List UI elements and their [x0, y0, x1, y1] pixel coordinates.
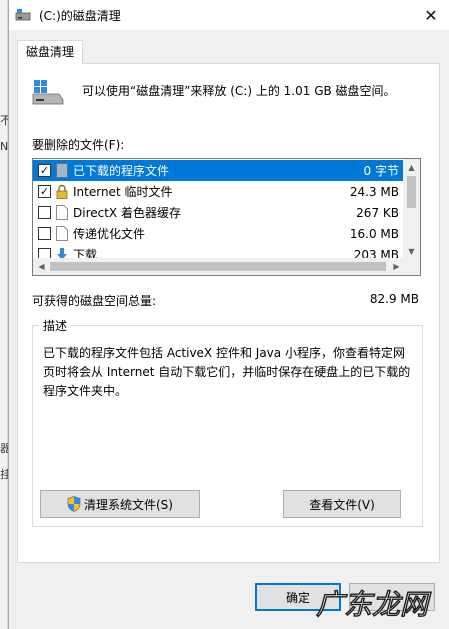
- clean-system-files-button[interactable]: 清理系统文件(S): [40, 490, 200, 518]
- scroll-left-icon[interactable]: ◀: [33, 258, 50, 275]
- document-icon: [56, 205, 68, 220]
- description-text: 已下载的程序文件包括 ActiveX 控件和 Java 小程序，你查看特定网页时…: [43, 346, 411, 398]
- drive-icon: [15, 9, 31, 21]
- description-title: 描述: [39, 317, 72, 334]
- file-category-size: 0 字节: [363, 164, 399, 178]
- scroll-thumb[interactable]: [50, 262, 386, 271]
- file-category-size: 24.3 MB: [349, 184, 399, 199]
- scrollbar-corner: [403, 258, 420, 275]
- background-window-edge: 不 N 器 挂: [0, 0, 11, 629]
- total-space-value: 82.9 MB: [369, 292, 419, 306]
- checkbox[interactable]: [38, 206, 51, 219]
- tab-disk-cleanup[interactable]: 磁盘清理: [17, 40, 83, 64]
- close-icon: ✕: [424, 5, 438, 25]
- shield-icon: [67, 496, 81, 512]
- clean-system-files-label: 清理系统文件(S): [84, 497, 173, 512]
- list-item[interactable]: 传递优化文件 16.0 MB: [33, 223, 405, 244]
- list-item[interactable]: ✓ Internet 临时文件 24.3 MB: [33, 181, 405, 202]
- lock-icon: [56, 184, 68, 199]
- file-category-size: 267 KB: [356, 205, 399, 220]
- folder-icon: [56, 163, 68, 178]
- ok-button[interactable]: 确定: [255, 583, 341, 611]
- files-listbox[interactable]: ✓ 已下载的程序文件 0 字节 ✓ Internet 临时文件 24.3 MB …: [32, 158, 421, 276]
- horizontal-scrollbar[interactable]: ◀ ▶: [33, 258, 405, 275]
- checkbox[interactable]: ✓: [38, 185, 51, 198]
- space-summary-text: 可以使用“磁盘清理”来释放 (C:) 上的 1.01 GB 磁盘空间。: [82, 84, 396, 98]
- vertical-scrollbar[interactable]: ▲ ▼: [403, 159, 420, 260]
- checkbox[interactable]: ✓: [38, 164, 51, 177]
- drive-cleanup-icon: [32, 80, 64, 105]
- document-icon: [56, 226, 68, 241]
- title-bar[interactable]: (C:)的磁盘清理 ✕: [9, 0, 449, 30]
- tab-panel: 可以使用“磁盘清理”来释放 (C:) 上的 1.01 GB 磁盘空间。 要删除的…: [17, 63, 440, 563]
- disk-cleanup-dialog: (C:)的磁盘清理 ✕ 磁盘清理 可以使用“磁盘清理”来释放 (C:) 上的 1…: [8, 0, 449, 629]
- background-text: N: [0, 140, 9, 153]
- file-category-name: DirectX 着色器缓存: [73, 206, 181, 220]
- window-title: (C:)的磁盘清理: [39, 9, 121, 23]
- scroll-thumb[interactable]: [407, 176, 416, 208]
- list-item[interactable]: ✓ 已下载的程序文件 0 字节: [33, 160, 405, 181]
- total-space-label: 可获得的磁盘空间总量:: [32, 294, 157, 308]
- scroll-up-icon[interactable]: ▲: [403, 159, 420, 176]
- view-files-button[interactable]: 查看文件(V): [283, 490, 401, 518]
- cancel-button[interactable]: [349, 583, 435, 611]
- file-category-name: 传递优化文件: [73, 227, 146, 241]
- files-to-delete-label: 要删除的文件(F):: [32, 138, 125, 152]
- checkbox[interactable]: [38, 227, 51, 240]
- file-category-name: 已下载的程序文件: [73, 164, 170, 178]
- file-category-size: 16.0 MB: [349, 226, 399, 241]
- close-button[interactable]: ✕: [413, 0, 449, 30]
- list-item[interactable]: DirectX 着色器缓存 267 KB: [33, 202, 405, 223]
- file-category-name: Internet 临时文件: [73, 185, 173, 199]
